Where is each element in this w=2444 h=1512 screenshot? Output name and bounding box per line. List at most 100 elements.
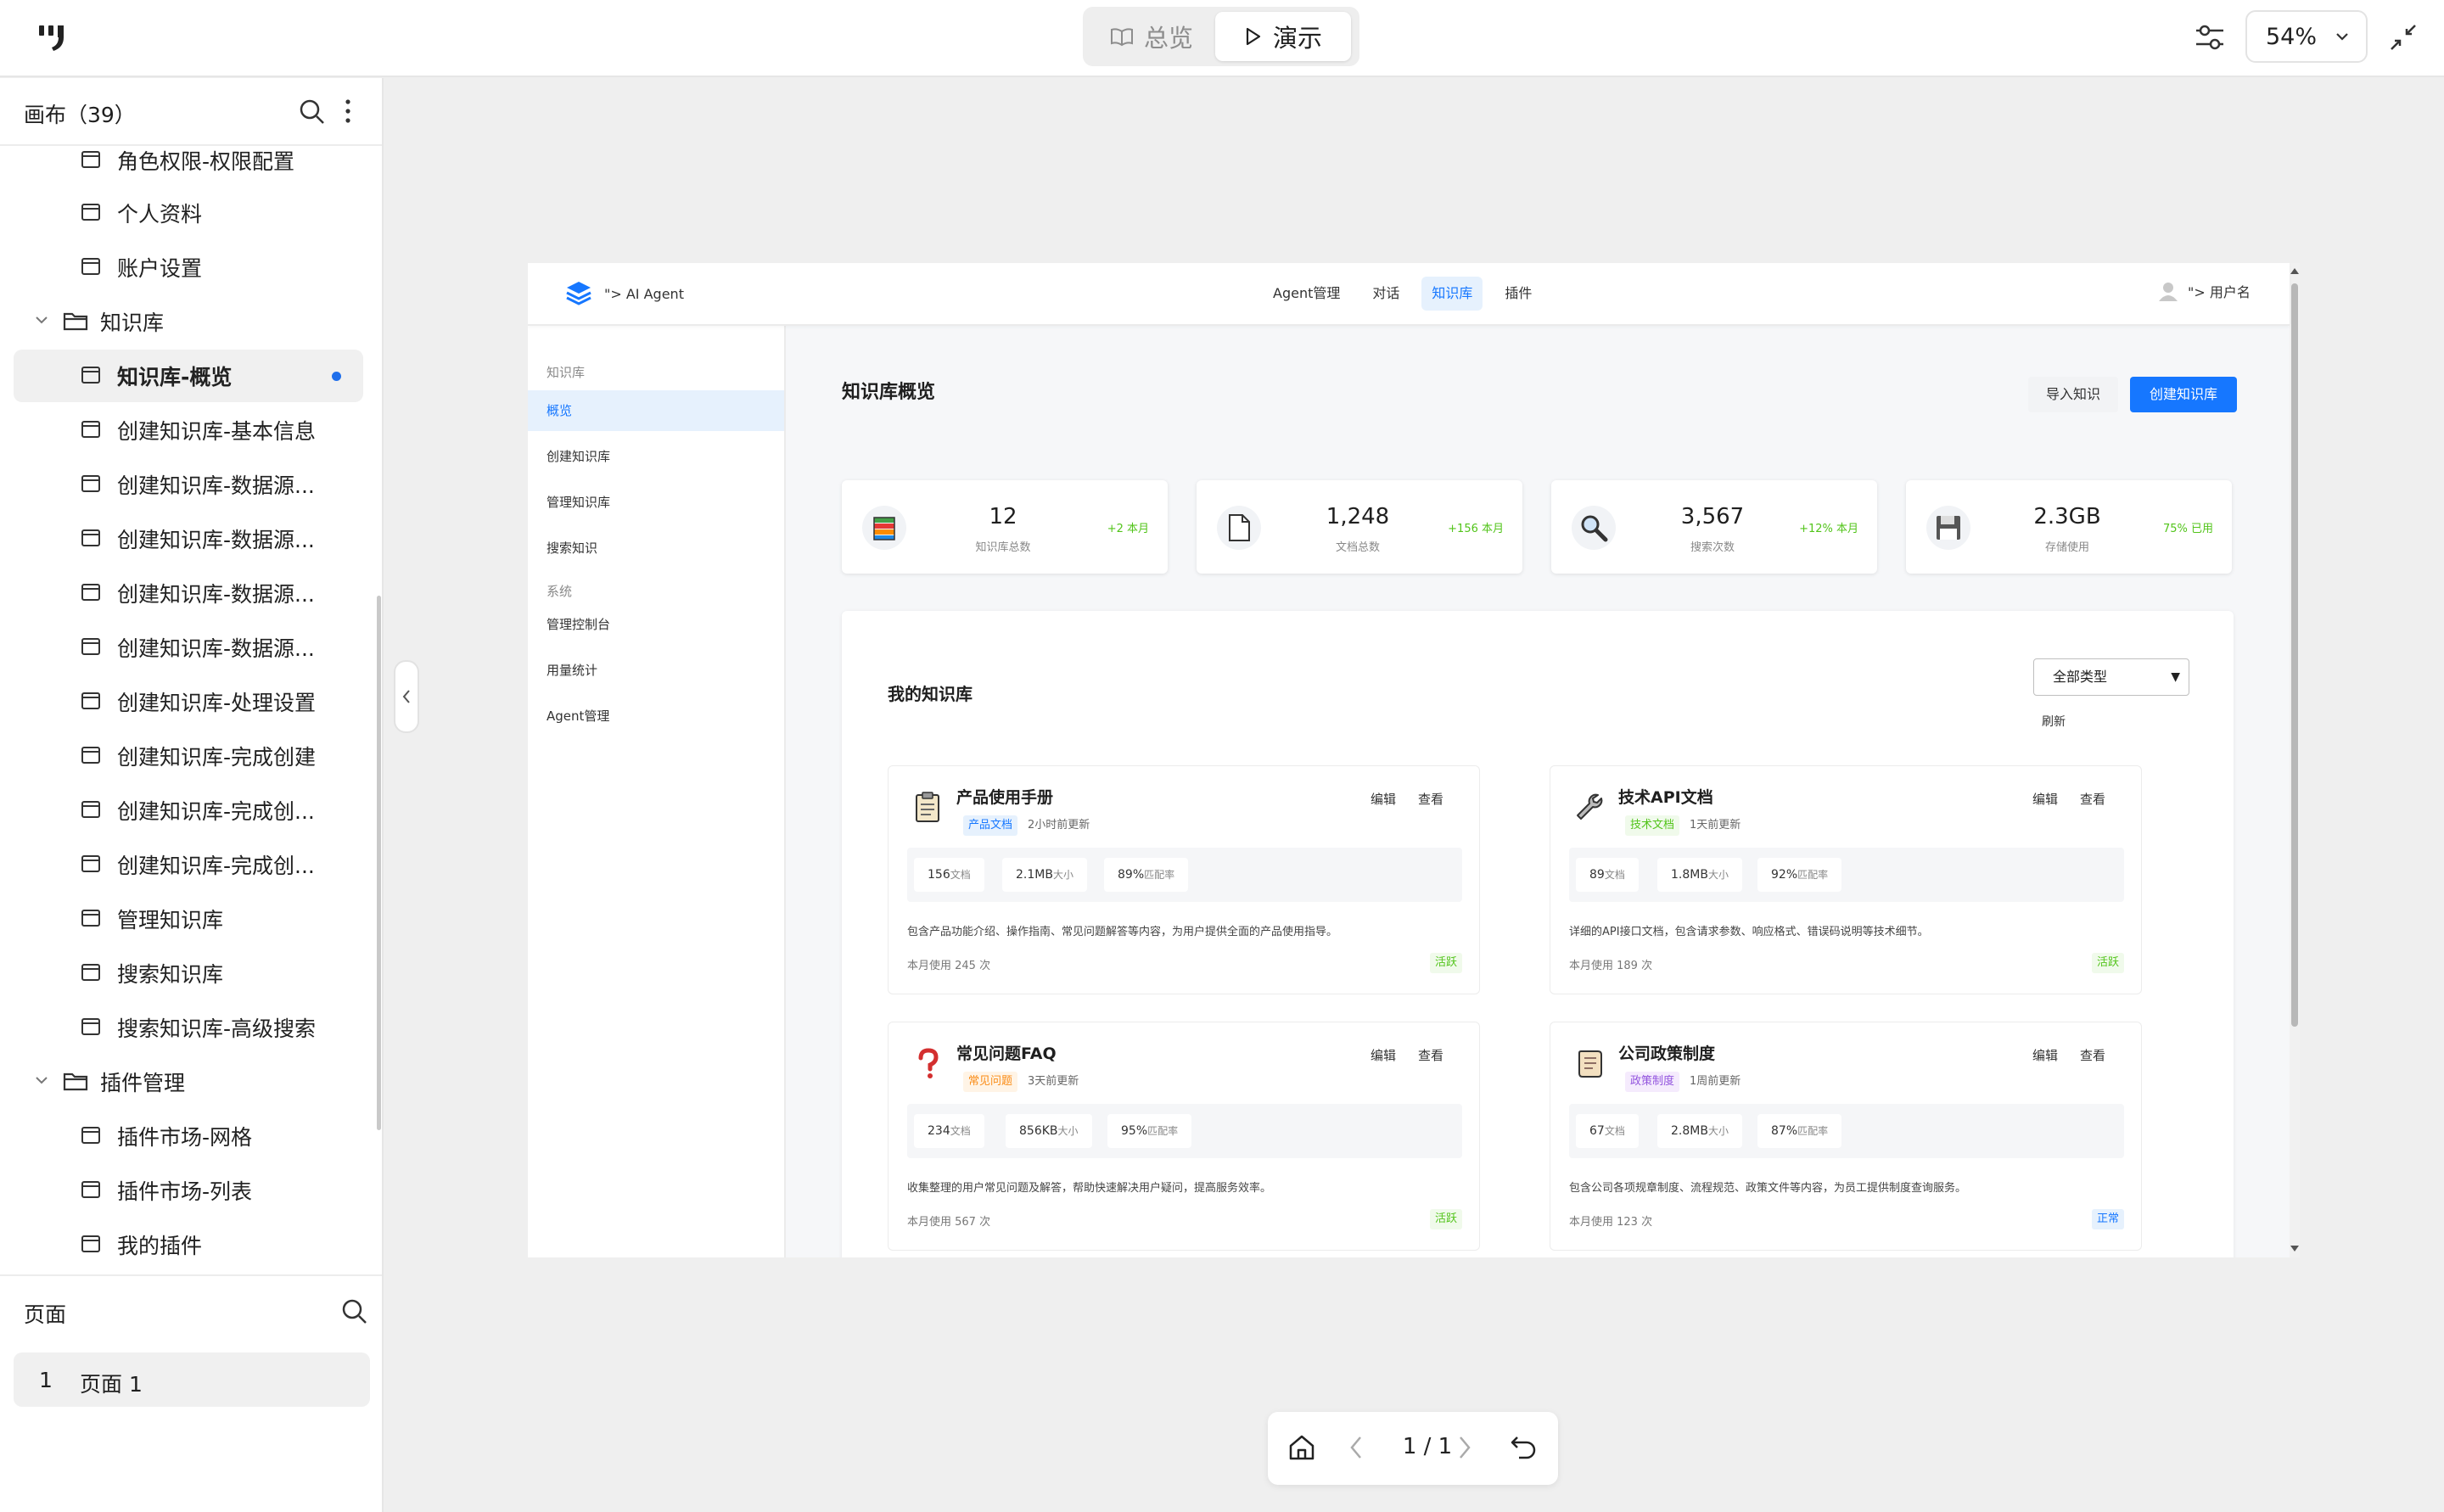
stat-value: 2.3GB (2033, 504, 2101, 529)
kb-edit-button[interactable]: 编辑 (2032, 1046, 2058, 1064)
type-filter-select[interactable]: 全部类型 ▼ (2033, 658, 2189, 696)
tree-item-role-permission[interactable]: 角色权限-权限配置 (14, 148, 363, 187)
preview-scrollbar[interactable] (2290, 263, 2300, 1257)
tree-item-create-kb-datasource-3[interactable]: 创建知识库-数据源... (14, 567, 363, 619)
side-item-manage-kb[interactable]: 管理知识库 (528, 482, 784, 523)
tree-item-my-plugins[interactable]: 我的插件 (14, 1218, 363, 1271)
tree-item-profile[interactable]: 个人资料 (14, 187, 363, 239)
kb-card[interactable]: 常见问题FAQ 常见问题 3天前更新 编辑 查看 234文档 856KB大小 9… (888, 1022, 1480, 1251)
tree-item-plugin-market-list[interactable]: 插件市场-列表 (14, 1164, 363, 1217)
page-row[interactable]: 1 页面 1 (14, 1352, 370, 1407)
app-logo[interactable] (37, 24, 71, 53)
kb-card-desc: 包含公司各项规章制度、流程规范、政策文件等内容，为员工提供制度查询服务。 (1569, 1182, 1967, 1195)
side-item-agent-management[interactable]: Agent管理 (528, 696, 784, 736)
kb-card-name: 常见问题FAQ (956, 1044, 1057, 1063)
tree-item-label: 创建知识库-数据源... (117, 636, 315, 661)
tree-item-create-kb-done[interactable]: 创建知识库-完成创建 (14, 730, 363, 782)
home-icon[interactable] (1286, 1432, 1317, 1463)
stat-label: 文档总数 (1335, 541, 1380, 554)
tree-item-create-kb-basic[interactable]: 创建知识库-基本信息 (14, 404, 363, 456)
kb-card-tag: 常见问题 (963, 1072, 1018, 1092)
settings-sliders-icon[interactable] (2193, 20, 2227, 54)
stat-trend: 75% 已用 (2162, 523, 2213, 535)
refresh-link[interactable]: 刷新 (2042, 713, 2066, 730)
preview-main: 知识库概览 导入知识 创建知识库 12 知识库总数 +2 本月 1,248 文档… (786, 326, 2290, 1257)
collapse-sidebar-button[interactable] (394, 660, 419, 733)
metric-match: 92%匹配率 (1757, 858, 1842, 892)
kb-card[interactable]: 产品使用手册 产品文档 2小时前更新 编辑 查看 156文档 2.1MB大小 8… (888, 765, 1480, 994)
tree-item-kb-overview[interactable]: 知识库-概览 (14, 350, 363, 402)
kb-card-name: 公司政策制度 (1618, 1044, 1716, 1063)
nav-knowledge-base[interactable]: 知识库 (1421, 277, 1483, 311)
metric-size: 2.8MB大小 (1657, 1114, 1742, 1148)
scroll-down-arrow-icon[interactable] (2290, 1246, 2299, 1252)
stat-trend: +156 本月 (1448, 523, 1504, 535)
tree-scrollbar[interactable] (377, 596, 381, 1130)
scroll-up-arrow-icon[interactable] (2290, 268, 2299, 274)
undo-icon[interactable] (1509, 1432, 1539, 1463)
tree-item-create-kb-processing[interactable]: 创建知识库-处理设置 (14, 675, 363, 728)
stat-card-kb-total: 12 知识库总数 +2 本月 (842, 480, 1168, 574)
tree-folder-knowledge-base[interactable]: 知识库 (14, 295, 363, 348)
search-icon[interactable] (341, 1298, 368, 1325)
tree-item-search-kb-advanced[interactable]: 搜索知识库-高级搜索 (14, 1001, 363, 1054)
exit-fullscreen-icon[interactable] (2386, 20, 2420, 54)
search-icon[interactable] (299, 98, 326, 126)
present-tab[interactable]: 演示 (1215, 12, 1351, 61)
overview-tab[interactable]: 总览 (1088, 12, 1215, 61)
stat-card-search-count: 3,567 搜索次数 +12% 本月 (1551, 480, 1877, 574)
tree-item-account-settings[interactable]: 账户设置 (14, 241, 363, 294)
tree-item-label: 搜索知识库-高级搜索 (117, 1016, 317, 1041)
tree-item-search-kb[interactable]: 搜索知识库 (14, 947, 363, 1000)
kb-card[interactable]: 公司政策制度 政策制度 1周前更新 编辑 查看 67文档 2.8MB大小 87%… (1550, 1022, 2142, 1251)
tree-item-label: 创建知识库-数据源... (117, 473, 315, 498)
chevron-left-icon[interactable] (1348, 1434, 1365, 1461)
tree-item-label: 创建知识库-处理设置 (117, 691, 317, 715)
tree-item-create-kb-datasource-2[interactable]: 创建知识库-数据源... (14, 512, 363, 565)
kb-view-button[interactable]: 查看 (2080, 1046, 2105, 1064)
zoom-select[interactable]: 54% (2245, 10, 2368, 63)
kb-view-button[interactable]: 查看 (1418, 790, 1443, 808)
kb-edit-button[interactable]: 编辑 (1371, 1046, 1396, 1064)
user-menu[interactable]: "> 用户名 (2157, 280, 2251, 302)
pages-title: 页面 (24, 1302, 67, 1327)
side-item-create-kb[interactable]: 创建知识库 (528, 436, 784, 477)
tree-item-create-kb-datasource-1[interactable]: 创建知识库-数据源... (14, 458, 363, 511)
kb-card-desc: 收集整理的用户常见问题及解答，帮助快速解决用户疑问，提高服务效率。 (907, 1182, 1272, 1195)
tree-item-create-kb-done-2[interactable]: 创建知识库-完成创... (14, 784, 363, 837)
nav-plugins[interactable]: 插件 (1494, 277, 1542, 311)
side-item-usage[interactable]: 用量统计 (528, 650, 784, 691)
chevron-down-icon (2336, 33, 2348, 41)
page-icon (81, 204, 100, 221)
import-knowledge-button[interactable]: 导入知识 (2028, 377, 2118, 412)
tree-item-manage-kb[interactable]: 管理知识库 (14, 893, 363, 945)
side-item-console[interactable]: 管理控制台 (528, 604, 784, 645)
chevron-down-icon: ▼ (2171, 670, 2180, 684)
chevron-down-icon[interactable] (34, 314, 49, 326)
tree-folder-plugins[interactable]: 插件管理 (14, 1056, 363, 1108)
page-icon (81, 421, 100, 438)
chevron-down-icon[interactable] (34, 1074, 49, 1086)
page-icon (81, 367, 100, 384)
kb-card[interactable]: 技术API文档 技术文档 1天前更新 编辑 查看 89文档 1.8MB大小 92… (1550, 765, 2142, 994)
side-item-search[interactable]: 搜索知识 (528, 528, 784, 568)
stat-label: 知识库总数 (975, 541, 1031, 554)
nav-chat[interactable]: 对话 (1362, 277, 1410, 311)
chevron-right-icon[interactable] (1456, 1434, 1473, 1461)
nav-agent-management[interactable]: Agent管理 (1263, 277, 1350, 311)
kb-card-usage: 本月使用 123 次 (1569, 1216, 1653, 1229)
stat-value: 3,567 (1680, 504, 1745, 529)
more-vertical-icon[interactable] (343, 97, 353, 126)
side-item-overview[interactable]: 概览 (528, 390, 784, 431)
tree-item-create-kb-datasource-4[interactable]: 创建知识库-数据源... (14, 621, 363, 674)
kb-edit-button[interactable]: 编辑 (2032, 790, 2058, 808)
tree-item-create-kb-done-3[interactable]: 创建知识库-完成创... (14, 838, 363, 891)
kb-card-tag: 产品文档 (963, 815, 1018, 836)
magnifier-icon (1572, 506, 1616, 550)
kb-edit-button[interactable]: 编辑 (1371, 790, 1396, 808)
scrollbar-thumb[interactable] (2291, 283, 2298, 1027)
kb-view-button[interactable]: 查看 (2080, 790, 2105, 808)
create-kb-button[interactable]: 创建知识库 (2130, 377, 2237, 412)
kb-view-button[interactable]: 查看 (1418, 1046, 1443, 1064)
tree-item-plugin-market-grid[interactable]: 插件市场-网格 (14, 1110, 363, 1162)
